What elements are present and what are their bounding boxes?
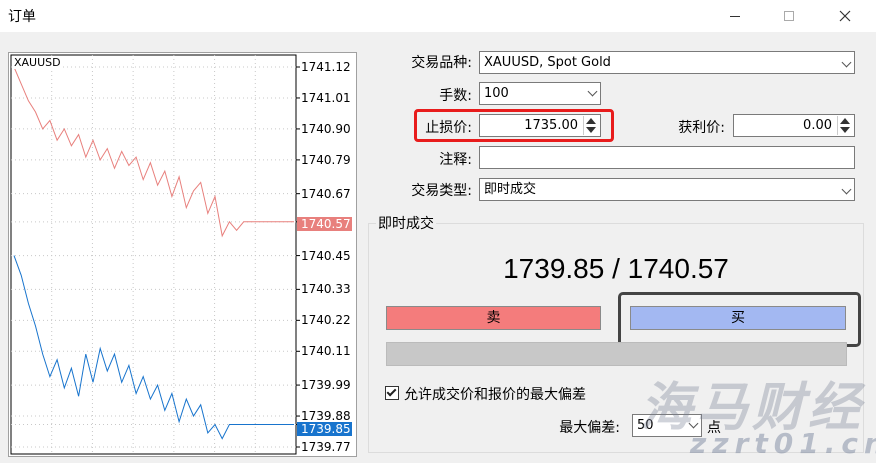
max-deviation-label: 最大偏差: bbox=[559, 420, 620, 436]
minimize-button[interactable] bbox=[712, 0, 758, 32]
price-tick-label: 1740.67 bbox=[301, 186, 351, 201]
volume-label: 手数: bbox=[439, 88, 472, 104]
price-tick-label: 1740.90 bbox=[301, 121, 351, 136]
tick-chart: XAUUSD 1740.57 1739.85 1741.12 1741.01 174… bbox=[8, 52, 357, 457]
sell-button[interactable]: 卖 bbox=[386, 306, 601, 330]
maximize-button bbox=[766, 0, 812, 32]
chevron-down-icon bbox=[587, 86, 598, 97]
price-tick-label: 1739.77 bbox=[301, 440, 351, 454]
price-tick-label: 1741.12 bbox=[301, 60, 351, 74]
minimize-icon bbox=[730, 15, 740, 17]
close-icon bbox=[839, 10, 851, 22]
chart-symbol: XAUUSD bbox=[13, 56, 62, 69]
chevron-down-icon bbox=[841, 184, 852, 195]
title-bar: 订单 bbox=[0, 0, 876, 32]
symbol-value: XAUUSD, Spot Gold bbox=[484, 55, 611, 70]
group-title: 即时成交 bbox=[376, 213, 436, 233]
price-tick-label: 1740.11 bbox=[301, 344, 351, 359]
price-tick-label: 1739.99 bbox=[301, 378, 351, 393]
bid-ask-quote: 1739.85 / 1740.57 bbox=[503, 253, 729, 284]
price-tick-label: 1740.45 bbox=[301, 248, 351, 263]
takeprofit-input[interactable]: 0.00 bbox=[733, 114, 855, 137]
bid-series-line bbox=[13, 255, 294, 440]
chevron-down-icon bbox=[841, 57, 852, 68]
order-type-label: 交易类型: bbox=[411, 183, 472, 199]
window-title: 订单 bbox=[8, 9, 36, 25]
price-tick-label: 1741.01 bbox=[301, 90, 351, 105]
checkmark-icon bbox=[386, 386, 397, 397]
allow-deviation-label: 允许成交价和报价的最大偏差 bbox=[404, 387, 586, 403]
watermark-logo: 海马财经 zzrt01.cn bbox=[640, 365, 876, 463]
spin-up-icon bbox=[840, 118, 850, 124]
ask-series-line bbox=[13, 66, 294, 238]
order-type-select[interactable]: 即时成交 bbox=[479, 178, 855, 201]
takeprofit-spinner[interactable] bbox=[837, 116, 853, 135]
watermark-line2: zzrt01.cn bbox=[690, 427, 876, 460]
comment-label: 注释: bbox=[439, 152, 472, 168]
volume-select[interactable]: 100 bbox=[479, 82, 601, 105]
ask-price-tag: 1740.57 bbox=[297, 217, 352, 231]
stoploss-highlight bbox=[414, 109, 614, 142]
execution-progress-bar bbox=[386, 342, 847, 366]
symbol-select[interactable]: XAUUSD, Spot Gold bbox=[479, 51, 855, 74]
order-type-value: 即时成交 bbox=[484, 182, 537, 197]
bid-price-tag: 1739.85 bbox=[297, 422, 352, 436]
price-tick-label: 1740.22 bbox=[301, 313, 351, 328]
buy-highlight bbox=[618, 292, 861, 347]
spin-down-icon bbox=[840, 127, 850, 133]
price-tick-label: 1740.33 bbox=[301, 282, 351, 297]
maximize-icon bbox=[784, 11, 794, 21]
symbol-label: 交易品种: bbox=[411, 55, 472, 71]
price-tick-label: 1740.79 bbox=[301, 152, 351, 167]
volume-value: 100 bbox=[484, 86, 509, 101]
close-button[interactable] bbox=[822, 0, 868, 32]
comment-input[interactable] bbox=[479, 146, 855, 169]
price-tick-label: 1739.88 bbox=[301, 409, 351, 424]
takeprofit-value: 0.00 bbox=[803, 118, 832, 133]
takeprofit-label: 获利价: bbox=[678, 120, 725, 136]
allow-deviation-checkbox[interactable] bbox=[385, 386, 399, 400]
